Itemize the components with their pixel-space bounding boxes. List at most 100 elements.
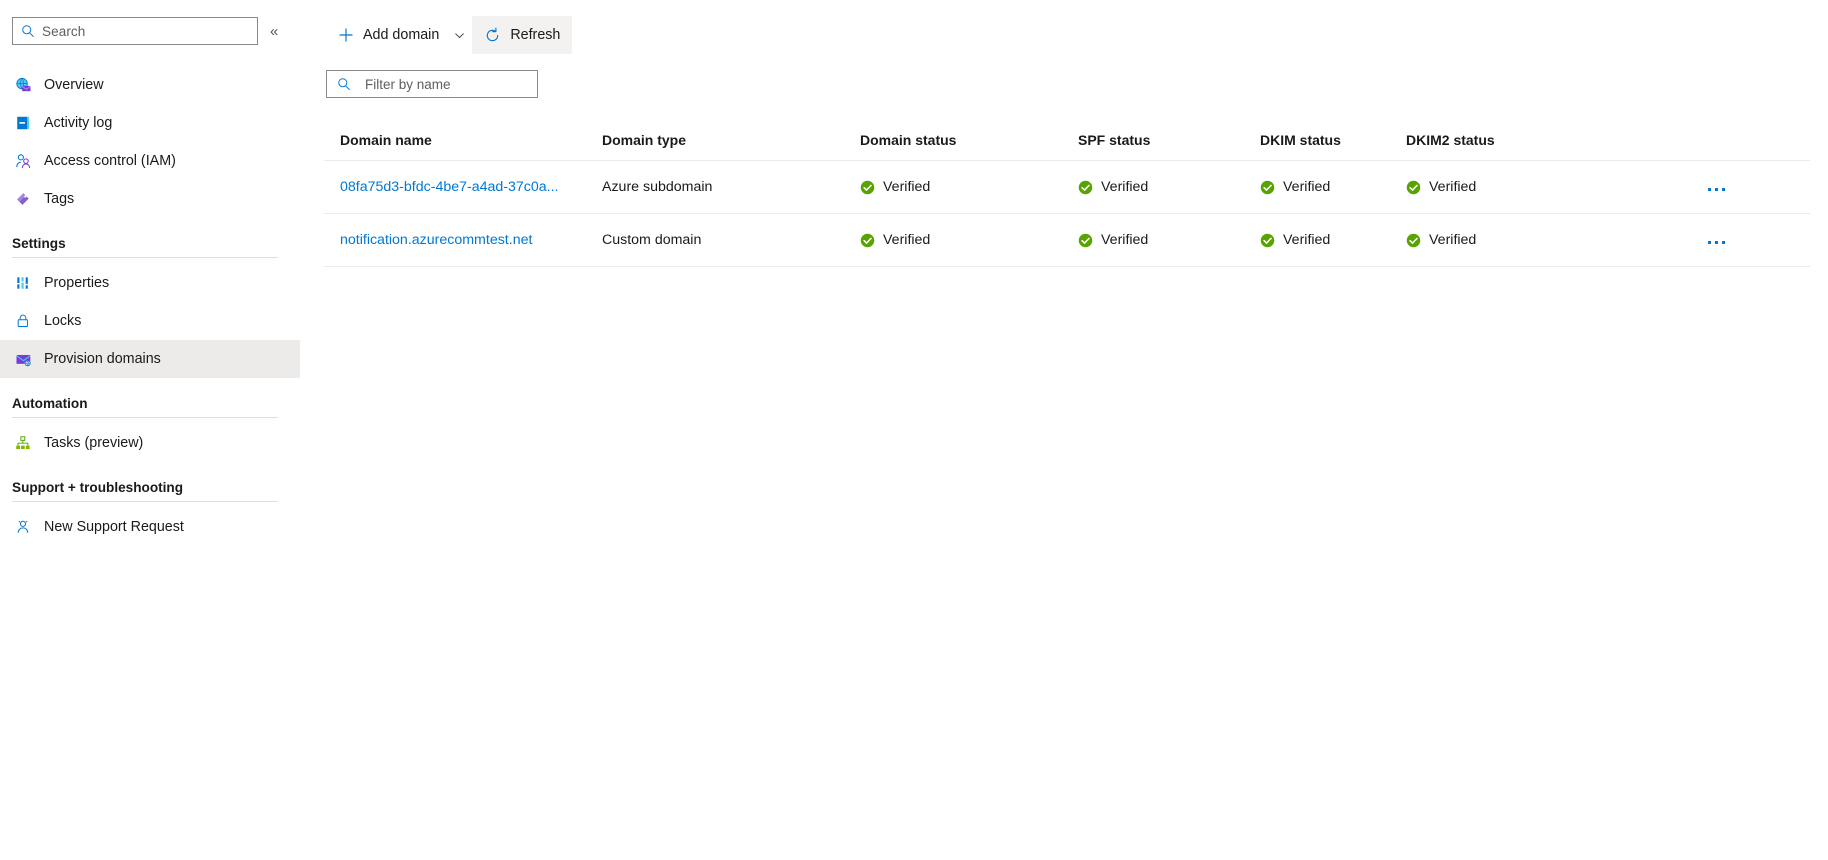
plus-icon bbox=[339, 28, 353, 42]
filter-by-name-input[interactable]: Filter by name bbox=[326, 70, 538, 98]
lock-icon bbox=[14, 312, 32, 330]
status-text: Verified bbox=[1429, 179, 1477, 195]
sidebar-item-new-support-request[interactable]: New Support Request bbox=[0, 508, 300, 546]
column-header-actions bbox=[1690, 132, 1810, 161]
verified-check-icon bbox=[1078, 180, 1093, 194]
properties-icon bbox=[14, 274, 32, 292]
cell-spf-status: Verified bbox=[1062, 160, 1244, 214]
cell-dkim2-status: Verified bbox=[1390, 160, 1690, 214]
cell-domain-name: 08fa75d3-bfdc-4be7-a4ad-37c0a... bbox=[324, 160, 586, 214]
sidebar-group-title-support: Support + troubleshooting bbox=[12, 480, 184, 495]
cell-domain-type: Custom domain bbox=[586, 213, 844, 267]
verified-check-icon bbox=[1260, 233, 1275, 247]
sidebar-item-access-control[interactable]: Access control (IAM) bbox=[0, 142, 300, 180]
chevron-double-left-icon[interactable]: « bbox=[270, 24, 278, 39]
sidebar-item-label: Tasks (preview) bbox=[44, 435, 144, 451]
sidebar-item-tasks[interactable]: Tasks (preview) bbox=[0, 424, 300, 462]
sidebar-group-divider bbox=[12, 417, 278, 418]
cell-domain-status: Verified bbox=[844, 213, 1062, 267]
column-header-domain-type[interactable]: Domain type bbox=[586, 132, 844, 161]
add-domain-dropdown-button[interactable] bbox=[451, 16, 472, 54]
verified-check-icon bbox=[1260, 180, 1275, 194]
cell-dkim2-status: Verified bbox=[1390, 213, 1690, 267]
verified-check-icon bbox=[860, 233, 875, 247]
filter-placeholder: Filter by name bbox=[365, 76, 451, 92]
refresh-label: Refresh bbox=[510, 27, 561, 43]
sidebar-item-locks[interactable]: Locks bbox=[0, 302, 300, 340]
status-text: Verified bbox=[883, 232, 931, 248]
search-placeholder: Search bbox=[42, 23, 86, 39]
status-text: Verified bbox=[1283, 232, 1331, 248]
sidebar-item-provision-domains[interactable]: Provision domains bbox=[0, 340, 300, 378]
verified-check-icon bbox=[1406, 180, 1421, 194]
table-header: Domain name Domain type Domain status SP… bbox=[324, 132, 1810, 161]
cell-dkim-status: Verified bbox=[1244, 213, 1390, 267]
refresh-button[interactable]: Refresh bbox=[472, 16, 573, 54]
refresh-icon bbox=[487, 27, 499, 41]
column-header-dkim2-status[interactable]: DKIM2 status bbox=[1390, 132, 1690, 161]
sidebar-group-divider bbox=[12, 501, 278, 502]
domains-table-container: Domain name Domain type Domain status SP… bbox=[300, 98, 1828, 267]
command-bar: Add domain Refresh bbox=[300, 16, 1828, 54]
cell-spf-status: Verified bbox=[1062, 213, 1244, 267]
status-text: Verified bbox=[1101, 232, 1149, 248]
tasks-icon bbox=[14, 434, 32, 452]
search-input[interactable]: Search bbox=[12, 17, 258, 45]
sidebar-item-properties[interactable]: Properties bbox=[0, 264, 300, 302]
column-header-domain-status[interactable]: Domain status bbox=[844, 132, 1062, 161]
column-header-spf-status[interactable]: SPF status bbox=[1062, 132, 1244, 161]
table-body: 08fa75d3-bfdc-4be7-a4ad-37c0a... Azure s… bbox=[324, 160, 1810, 267]
sidebar-item-label: Overview bbox=[44, 77, 104, 93]
sidebar-item-label: Access control (IAM) bbox=[44, 153, 176, 169]
sidebar: Search « Overview Activity log Access co… bbox=[0, 0, 300, 860]
verified-check-icon bbox=[1078, 233, 1093, 247]
overview-email-icon bbox=[14, 76, 32, 94]
add-domain-button[interactable]: Add domain bbox=[326, 16, 451, 54]
sidebar-item-label: Tags bbox=[44, 191, 75, 207]
sidebar-item-label: Provision domains bbox=[44, 351, 161, 367]
provision-domains-icon bbox=[14, 350, 32, 368]
chevron-down-icon bbox=[455, 32, 465, 38]
column-header-dkim-status[interactable]: DKIM status bbox=[1244, 132, 1390, 161]
filter-row: Filter by name bbox=[300, 54, 1828, 98]
sidebar-item-label: Locks bbox=[44, 313, 82, 329]
sidebar-search-row: Search « bbox=[0, 16, 300, 46]
cell-domain-type: Azure subdomain bbox=[586, 160, 844, 214]
table-row[interactable]: 08fa75d3-bfdc-4be7-a4ad-37c0a... Azure s… bbox=[324, 160, 1810, 214]
domain-name-link[interactable]: notification.azurecommtest.net bbox=[340, 232, 532, 248]
table-row[interactable]: notification.azurecommtest.net Custom do… bbox=[324, 213, 1810, 267]
table-header-row: Domain name Domain type Domain status SP… bbox=[324, 132, 1810, 161]
sidebar-group-title-settings: Settings bbox=[12, 236, 66, 251]
cell-actions bbox=[1690, 160, 1810, 214]
sidebar-item-label: Properties bbox=[44, 275, 110, 291]
status-text: Verified bbox=[1429, 232, 1477, 248]
sidebar-item-tags[interactable]: Tags bbox=[0, 180, 300, 218]
access-control-icon bbox=[14, 152, 32, 170]
main-content: Add domain Refresh Filter by name Domain… bbox=[300, 0, 1828, 860]
sidebar-item-overview[interactable]: Overview bbox=[0, 66, 300, 104]
cell-domain-status: Verified bbox=[844, 160, 1062, 214]
tags-icon bbox=[14, 190, 32, 208]
sidebar-item-activity-log[interactable]: Activity log bbox=[0, 104, 300, 142]
status-text: Verified bbox=[883, 179, 931, 195]
search-icon bbox=[338, 78, 350, 91]
cell-actions bbox=[1690, 213, 1810, 267]
verified-check-icon bbox=[860, 180, 875, 194]
domains-table: Domain name Domain type Domain status SP… bbox=[324, 132, 1810, 267]
status-text: Verified bbox=[1101, 179, 1149, 195]
search-icon bbox=[22, 25, 34, 38]
azure-portal-page: Search « Overview Activity log Access co… bbox=[0, 0, 1828, 860]
sidebar-item-label: New Support Request bbox=[44, 519, 184, 535]
sidebar-group-divider bbox=[12, 257, 278, 258]
verified-check-icon bbox=[1406, 233, 1421, 247]
more-options-icon[interactable] bbox=[1706, 237, 1727, 248]
more-options-icon[interactable] bbox=[1706, 184, 1727, 195]
domain-name-link[interactable]: 08fa75d3-bfdc-4be7-a4ad-37c0a... bbox=[340, 179, 559, 195]
sidebar-item-label: Activity log bbox=[44, 115, 113, 131]
add-domain-label: Add domain bbox=[363, 27, 440, 43]
sidebar-group-title-automation: Automation bbox=[12, 396, 88, 411]
column-header-domain-name[interactable]: Domain name bbox=[324, 132, 586, 161]
activity-log-icon bbox=[14, 114, 32, 132]
cell-dkim-status: Verified bbox=[1244, 160, 1390, 214]
cell-domain-name: notification.azurecommtest.net bbox=[324, 213, 586, 267]
